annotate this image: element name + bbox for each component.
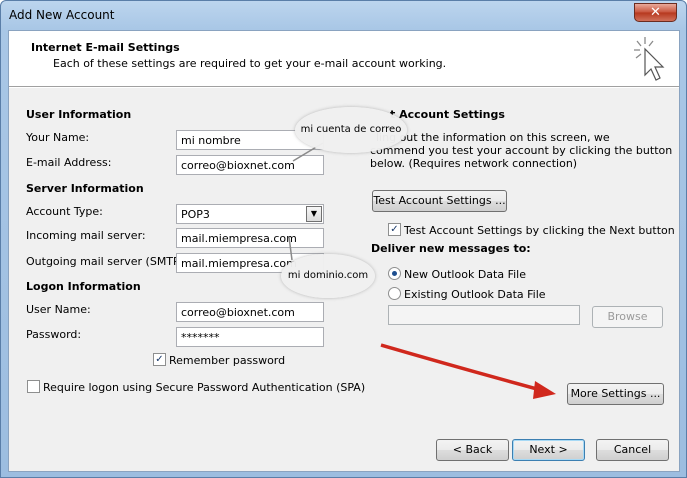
annotation-bubble-account: mi cuenta de correo xyxy=(295,107,407,153)
user-name-label: User Name: xyxy=(26,303,91,316)
your-name-label: Your Name: xyxy=(26,131,90,144)
auto-test-checkbox[interactable]: ✓ xyxy=(388,223,401,236)
test-desc-line2: commend you test your account by clickin… xyxy=(370,144,673,157)
test-settings-heading: t Account Settings xyxy=(390,108,505,121)
test-desc-line1: ling out the information on this screen,… xyxy=(376,131,610,144)
chevron-down-icon[interactable]: ▼ xyxy=(306,206,322,222)
email-address-label: E-mail Address: xyxy=(26,156,112,169)
header-divider xyxy=(9,87,679,88)
user-info-heading: User Information xyxy=(26,108,132,121)
close-button[interactable]: ✕ xyxy=(634,3,677,22)
title-bar: Add New Account ✕ xyxy=(1,1,686,31)
deliver-heading: Deliver new messages to: xyxy=(371,242,531,255)
outgoing-server-label: Outgoing mail server (SMTP): xyxy=(26,255,188,268)
annotation-bubble-domain: mi dominio.com xyxy=(281,254,375,298)
remember-password-checkbox[interactable]: ✓ xyxy=(153,353,166,366)
test-account-settings-button[interactable]: Test Account Settings ... xyxy=(372,190,507,212)
header-subtitle: Each of these settings are required to g… xyxy=(53,57,447,70)
password-label: Password: xyxy=(26,328,82,341)
incoming-server-label: Incoming mail server: xyxy=(26,229,146,242)
new-data-file-radio[interactable] xyxy=(388,267,401,280)
cancel-button[interactable]: Cancel xyxy=(596,439,669,461)
more-settings-button[interactable]: More Settings ... xyxy=(567,383,664,405)
header-title: Internet E-mail Settings xyxy=(31,41,180,54)
back-button[interactable]: < Back xyxy=(436,439,509,461)
dialog-client: Internet E-mail Settings Each of these s… xyxy=(8,30,680,472)
new-data-file-label: New Outlook Data File xyxy=(404,268,526,281)
remember-password-label: Remember password xyxy=(169,354,286,367)
browse-button[interactable]: Browse xyxy=(592,306,663,328)
auto-test-label: Test Account Settings by clicking the Ne… xyxy=(404,224,675,237)
existing-data-file-label: Existing Outlook Data File xyxy=(404,288,546,301)
next-button[interactable]: Next > xyxy=(512,439,585,461)
spa-label: Require logon using Secure Password Auth… xyxy=(43,381,366,394)
add-account-window: Add New Account ✕ Internet E-mail Settin… xyxy=(0,0,687,478)
password-field[interactable]: ******* xyxy=(176,327,324,347)
account-type-select[interactable]: POP3 ▼ xyxy=(176,204,324,224)
dialog-header: Internet E-mail Settings Each of these s… xyxy=(9,31,679,87)
logon-info-heading: Logon Information xyxy=(26,280,141,293)
spa-checkbox[interactable] xyxy=(27,380,40,393)
existing-data-file-path[interactable] xyxy=(388,305,580,325)
existing-data-file-radio[interactable] xyxy=(388,287,401,300)
window-title: Add New Account xyxy=(9,8,115,22)
account-type-label: Account Type: xyxy=(26,205,103,218)
email-address-field[interactable]: correo@bioxnet.com xyxy=(176,155,324,175)
incoming-server-field[interactable]: mail.miempresa.com xyxy=(176,228,324,248)
close-icon: ✕ xyxy=(650,5,661,20)
server-info-heading: Server Information xyxy=(26,182,144,195)
test-desc-line3: below. (Requires network connection) xyxy=(370,157,578,170)
user-name-field[interactable]: correo@bioxnet.com xyxy=(176,302,324,322)
account-type-value: POP3 xyxy=(181,208,210,221)
cursor-sparkle-icon xyxy=(634,37,665,81)
